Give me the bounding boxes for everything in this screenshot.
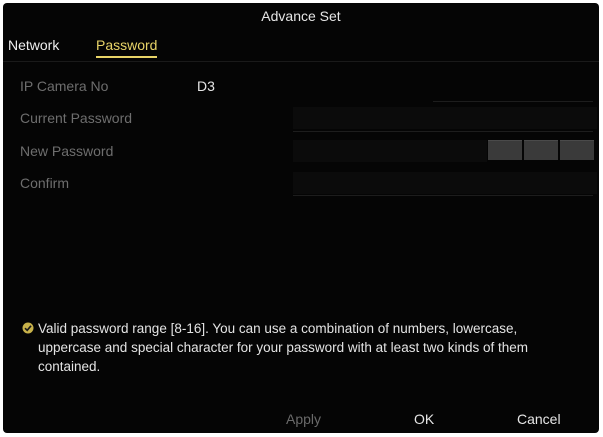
tab-network[interactable]: Network: [8, 37, 59, 56]
confirm-label: Confirm: [20, 175, 70, 191]
tab-bar: Network Password: [3, 33, 599, 61]
apply-button[interactable]: Apply: [286, 411, 321, 427]
password-strength-meter: [488, 140, 594, 160]
current-password-label: Current Password: [20, 110, 133, 126]
hint-text: Valid password range [8-16]. You can use…: [38, 321, 528, 374]
password-hint: Valid password range [8-16]. You can use…: [22, 319, 582, 376]
dialog-footer: Apply OK Cancel: [3, 403, 599, 433]
new-password-field[interactable]: [293, 140, 487, 162]
tab-password[interactable]: Password: [96, 37, 158, 58]
confirm-password-field[interactable]: [293, 172, 597, 194]
tab-divider: [3, 61, 599, 62]
strength-segment: [560, 140, 594, 160]
ok-button[interactable]: OK: [414, 411, 434, 427]
confirm-underline: [293, 195, 593, 196]
current-password-underline: [293, 131, 593, 132]
new-password-label: New Password: [20, 143, 114, 159]
ip-camera-no-label: IP Camera No: [20, 78, 109, 94]
check-icon: [22, 322, 34, 334]
ip-camera-no-value: D3: [197, 78, 215, 94]
strength-segment: [488, 140, 522, 160]
current-password-field[interactable]: [293, 107, 597, 129]
ip-camera-underline: [433, 101, 593, 102]
strength-segment: [524, 140, 558, 160]
dialog-title: Advance Set: [261, 8, 341, 24]
cancel-button[interactable]: Cancel: [517, 411, 561, 427]
advance-set-dialog: Advance Set Network Password IP Camera N…: [3, 3, 599, 433]
